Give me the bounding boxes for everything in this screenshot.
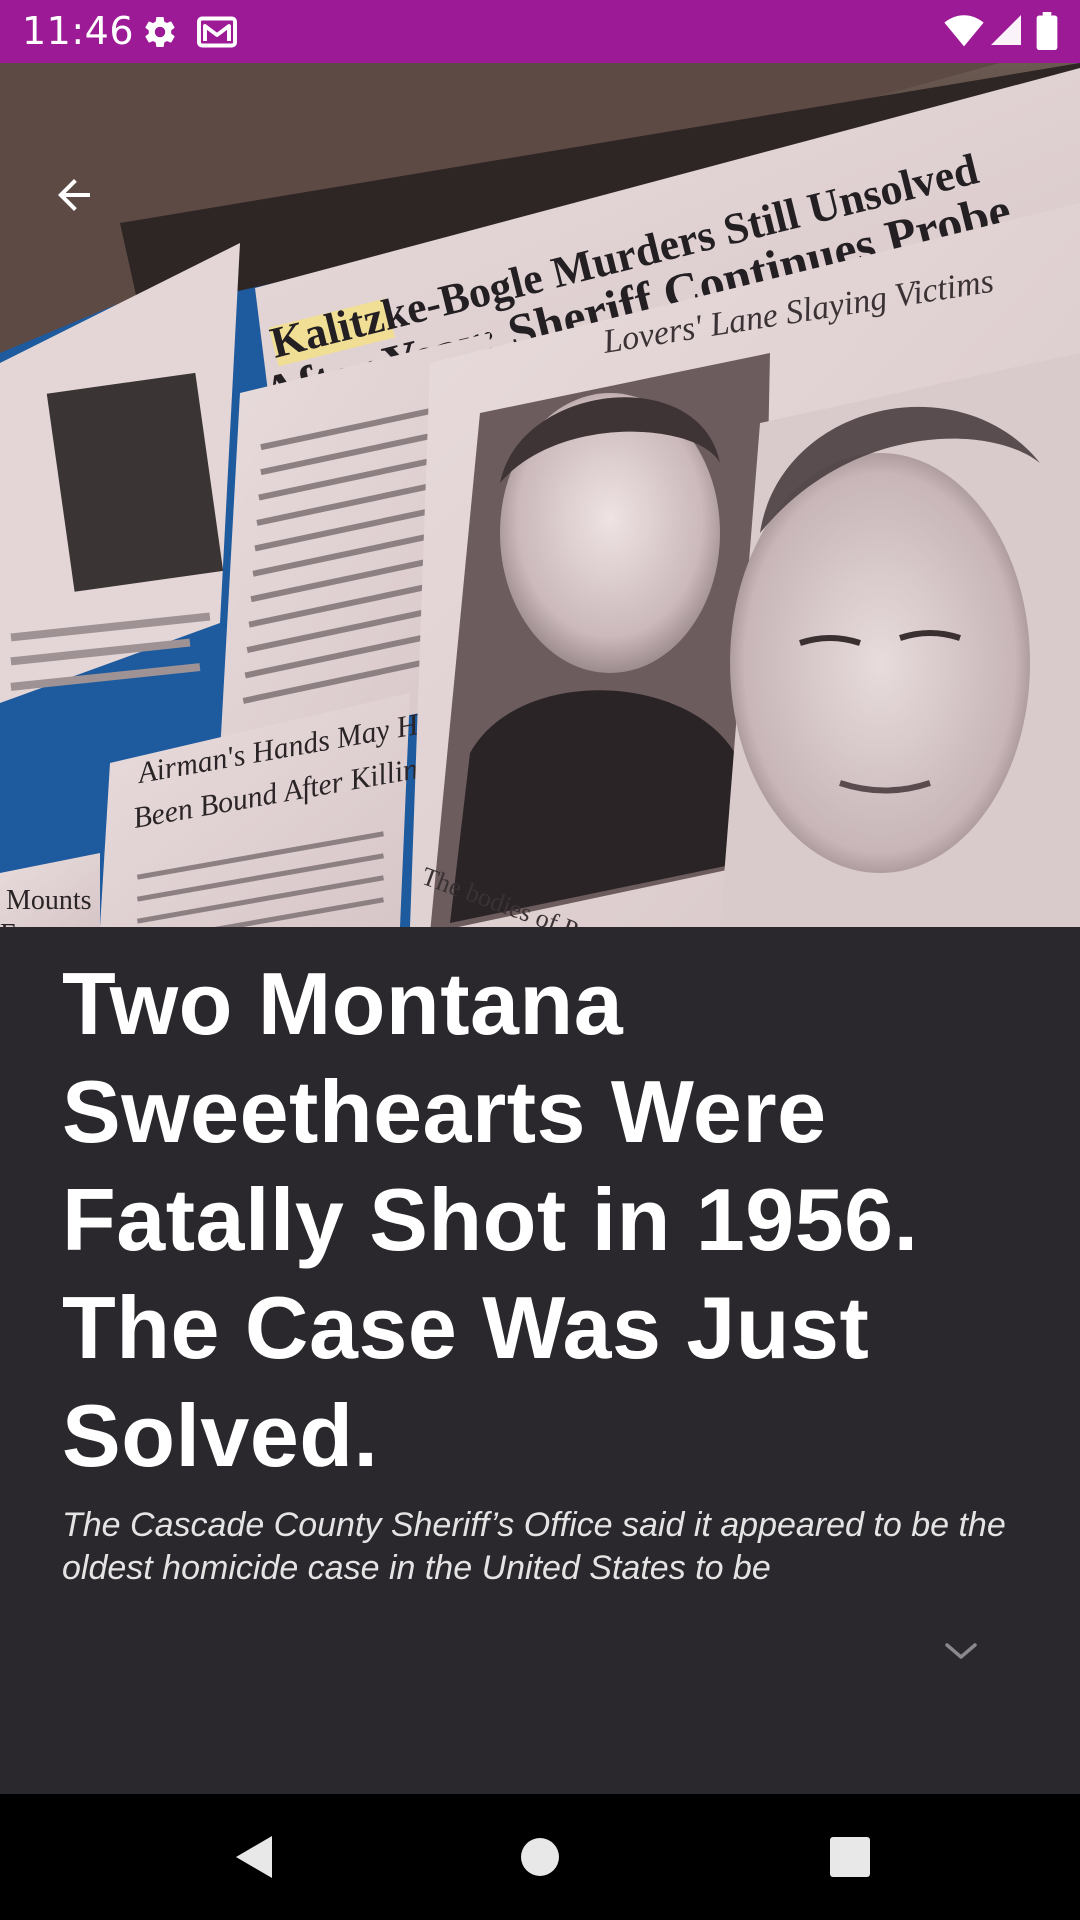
corner-text-2: Forces xyxy=(0,919,75,927)
article-summary: The Cascade County Sheriff’s Office said… xyxy=(62,1506,1006,1587)
navigation-bar xyxy=(0,1794,1080,1920)
settings-icon xyxy=(142,14,178,55)
status-bar: 11:46 xyxy=(0,0,1080,63)
arrow-back-icon xyxy=(58,179,90,211)
back-button[interactable] xyxy=(38,159,110,231)
status-time: 11:46 xyxy=(22,9,135,53)
battery-icon xyxy=(1036,12,1058,55)
gmail-icon xyxy=(196,14,238,55)
wifi-icon xyxy=(944,12,984,53)
triangle-back-icon xyxy=(236,1836,272,1878)
corner-text-1: Mounts xyxy=(6,885,92,916)
nav-recents-button[interactable] xyxy=(815,1822,885,1892)
signal-icon xyxy=(988,12,1024,53)
circle-home-icon xyxy=(521,1838,559,1876)
chevron-down-icon xyxy=(945,1643,977,1659)
nav-back-button[interactable] xyxy=(218,1822,288,1892)
nav-home-button[interactable] xyxy=(505,1822,575,1892)
square-recents-icon xyxy=(830,1837,870,1877)
article-title: Two Montana Sweethearts Were Fatally Sho… xyxy=(62,954,919,1485)
hero-image: Kalitzke-Bogle Murders Still Unsolved Af… xyxy=(0,63,1080,927)
expand-button[interactable] xyxy=(934,1630,988,1670)
